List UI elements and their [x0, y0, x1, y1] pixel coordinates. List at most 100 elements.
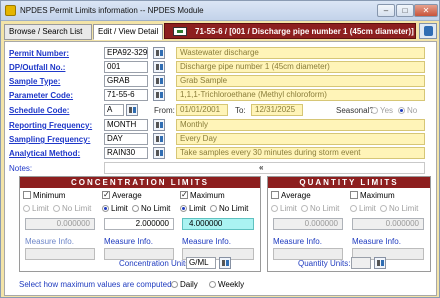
quantity-average-limit-radio[interactable] — [271, 205, 278, 212]
notes-label: Notes: — [9, 164, 33, 173]
concentration-limits-heading: CONCENTRATION LIMITS — [20, 177, 260, 188]
average-limit-option[interactable]: Limit — [102, 204, 128, 213]
minimum-limit-label: Limit — [32, 204, 49, 213]
dp-outfall-field[interactable]: 001 — [104, 61, 148, 73]
sample-type-field[interactable]: GRAB — [104, 75, 148, 87]
quantity-average-no-limit-option[interactable]: No Limit — [301, 204, 339, 213]
quantity-maximum-no-limit-option[interactable]: No Limit — [380, 204, 418, 213]
quantity-maximum-checkbox-option[interactable]: Maximum — [350, 191, 395, 200]
seasonal-yes-label: Yes — [380, 106, 394, 115]
dp-outfall-picker-icon[interactable] — [153, 61, 165, 73]
analytical-method-row: Analytical Method: RAIN30 Take samples e… — [5, 147, 438, 160]
quantity-units-field[interactable] — [351, 257, 371, 269]
quantity-average-value-field[interactable]: 0.000000 — [273, 218, 343, 230]
quantity-units-label: Quantity Units: — [298, 259, 351, 268]
sample-type-picker-icon[interactable] — [153, 75, 165, 87]
maximize-button[interactable]: □ — [396, 4, 414, 17]
permit-number-desc: Wastewater discharge — [176, 47, 425, 59]
to-date-field[interactable]: 12/31/2025 — [251, 104, 303, 116]
minimum-value-field[interactable]: 0.000000 — [25, 218, 95, 230]
average-checkbox-option[interactable]: Average — [102, 190, 142, 200]
quantity-average-no-limit-radio[interactable] — [301, 205, 308, 212]
quantity-maximum-limit-option[interactable]: Limit — [350, 204, 376, 213]
average-limit-radio[interactable] — [102, 205, 109, 212]
minimum-checkbox[interactable] — [23, 191, 31, 199]
parameter-code-picker-icon[interactable] — [153, 89, 165, 101]
quantity-maximum-value-field[interactable]: 0.000000 — [352, 218, 424, 230]
quantity-average-limit-option[interactable]: Limit — [271, 204, 297, 213]
dp-outfall-desc: Discharge pipe number 1 (45cm diameter) — [176, 61, 425, 73]
dp-outfall-label[interactable]: DP/Outfall No.: — [9, 63, 65, 72]
sample-type-row: Sample Type: GRAB Grab Sample — [5, 75, 438, 88]
reporting-frequency-picker-icon[interactable] — [153, 119, 165, 131]
average-value-field[interactable]: 2.000000 — [104, 218, 174, 230]
daily-radio[interactable] — [171, 281, 178, 288]
quantity-limits-section: QUANTITY LIMITS Average Limit No Limit 0… — [267, 176, 431, 272]
schedule-code-label[interactable]: Schedule Code: — [9, 106, 69, 115]
minimum-measure-info-field[interactable] — [25, 248, 95, 260]
record-icon — [173, 27, 187, 36]
sample-type-label[interactable]: Sample Type: — [9, 77, 60, 86]
minimum-no-limit-option[interactable]: No Limit — [53, 204, 91, 213]
maximum-limit-option[interactable]: Limit — [180, 204, 206, 213]
notes-input[interactable] — [104, 162, 425, 174]
average-checkbox[interactable] — [102, 190, 110, 199]
minimum-no-limit-radio[interactable] — [53, 205, 60, 212]
schedule-code-picker-icon[interactable] — [126, 104, 138, 116]
reporting-frequency-field[interactable]: MONTH — [104, 119, 148, 131]
permit-number-label[interactable]: Permit Number: — [9, 49, 69, 58]
analytical-method-picker-icon[interactable] — [153, 147, 165, 159]
average-no-limit-label: No Limit — [141, 204, 171, 213]
sampling-frequency-label[interactable]: Sampling Frequency: — [9, 135, 90, 144]
daily-option[interactable]: Daily — [171, 280, 198, 289]
maximum-checkbox[interactable] — [180, 190, 188, 199]
maximum-value-field[interactable]: 4.000000 — [182, 218, 254, 230]
seasonal-yes-option[interactable]: Yes — [371, 106, 393, 115]
concentration-units-picker-icon[interactable] — [219, 257, 231, 269]
seasonal-yes-radio[interactable] — [371, 107, 378, 114]
maximum-limit-radio[interactable] — [180, 205, 187, 212]
sampling-frequency-field[interactable]: DAY — [104, 133, 148, 145]
maximum-checkbox-option[interactable]: Maximum — [180, 190, 225, 200]
close-button[interactable]: ✕ — [414, 4, 438, 17]
minimum-checkbox-option[interactable]: Minimum — [23, 191, 65, 200]
analytical-method-field[interactable]: RAIN30 — [104, 147, 148, 159]
max-compute-prompt: Select how maximum values are computed: — [19, 280, 174, 289]
parameter-code-label[interactable]: Parameter Code: — [9, 91, 73, 100]
notes-cursor: « — [259, 163, 264, 172]
minimum-limit-radio[interactable] — [23, 205, 30, 212]
permit-number-field[interactable]: EPA92-329 — [104, 47, 148, 59]
weekly-radio[interactable] — [209, 281, 216, 288]
quantity-maximum-limit-radio[interactable] — [350, 205, 357, 212]
notes-row: Notes: « — [5, 162, 438, 175]
tab-edit-view-detail[interactable]: Edit / View Detail — [93, 24, 163, 40]
parameter-code-field[interactable]: 71-55-6 — [104, 89, 148, 101]
quantity-maximum-checkbox[interactable] — [350, 191, 358, 199]
average-no-limit-option[interactable]: No Limit — [132, 204, 170, 213]
from-date-field[interactable]: 01/01/2001 — [176, 104, 228, 116]
quantity-units-picker-icon[interactable] — [374, 257, 386, 269]
seasonal-no-option[interactable]: No — [398, 106, 417, 115]
quantity-maximum-no-limit-radio[interactable] — [380, 205, 387, 212]
weekly-option[interactable]: Weekly — [209, 280, 244, 289]
permit-number-picker-icon[interactable] — [153, 47, 165, 59]
analytical-method-label[interactable]: Analytical Method: — [9, 149, 80, 158]
maximum-no-limit-label: No Limit — [219, 204, 249, 213]
permit-number-row: Permit Number: EPA92-329 Wastewater disc… — [5, 47, 438, 60]
quantity-average-checkbox-option[interactable]: Average — [271, 191, 311, 200]
schedule-code-field[interactable]: A — [104, 104, 124, 116]
concentration-units-field[interactable]: G/ML — [186, 257, 216, 269]
tab-browse-search[interactable]: Browse / Search List — [4, 24, 92, 40]
seasonal-no-radio[interactable] — [398, 107, 405, 114]
help-button[interactable] — [419, 23, 437, 39]
quantity-average-checkbox[interactable] — [271, 191, 279, 199]
average-no-limit-radio[interactable] — [132, 205, 139, 212]
minimize-button[interactable]: – — [377, 4, 395, 17]
reporting-frequency-label[interactable]: Reporting Frequency: — [9, 121, 92, 130]
sampling-frequency-picker-icon[interactable] — [153, 133, 165, 145]
quantity-limits-heading: QUANTITY LIMITS — [268, 177, 430, 188]
minimum-limit-option[interactable]: Limit — [23, 204, 49, 213]
maximum-no-limit-option[interactable]: No Limit — [210, 204, 248, 213]
maximum-no-limit-radio[interactable] — [210, 205, 217, 212]
quantity-average-label: Average — [281, 191, 311, 200]
